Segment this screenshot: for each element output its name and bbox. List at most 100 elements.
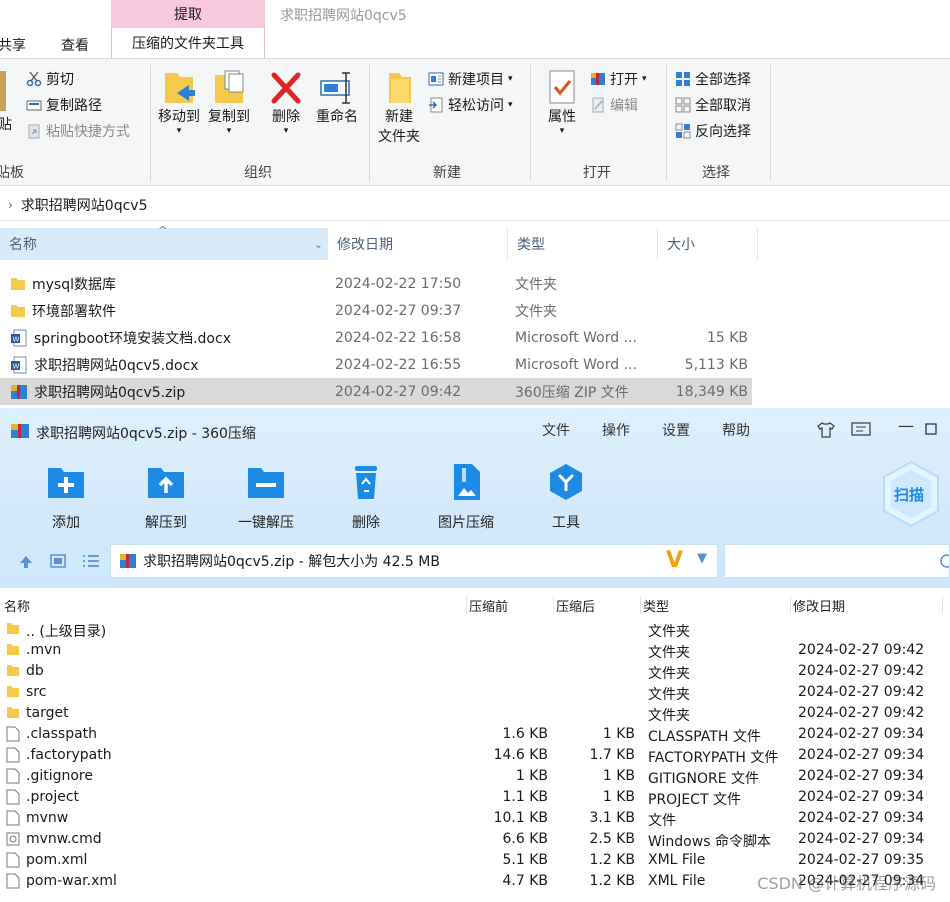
column-header-type[interactable]: 类型 [640,596,669,615]
zip-icon [120,554,136,568]
properties-button[interactable]: 属性 ▾ [540,69,584,136]
minimize-icon[interactable]: — [898,416,914,435]
entry-date: 2024-02-27 09:34 [798,789,925,805]
invert-selection-button[interactable]: 反向选择 [675,121,751,141]
column-header-before[interactable]: 压缩前 [466,596,508,615]
extract-to-button[interactable]: 解压到 [126,462,206,532]
menu-operate[interactable]: 操作 [602,420,630,440]
file-row[interactable]: W 求职招聘网站0qcv5.docx 2024-02-22 16:55 Micro… [0,351,752,378]
view-list-icon[interactable] [82,554,100,568]
tab-share[interactable]: 共享 [0,35,26,55]
column-header-name[interactable]: 名称 [2,596,30,615]
zip360-title: 求职招聘网站0qcv5.zip - 360压缩 [36,426,256,442]
cut-button[interactable]: 剪切 [26,69,74,89]
up-arrow-icon[interactable] [18,554,34,570]
archive-row[interactable]: db 文件夹 2024-02-27 09:42 [0,662,950,683]
copy-to-button[interactable]: 复制到 ▾ [205,69,253,136]
tools-button[interactable]: 工具 [526,462,606,532]
entry-type: 文件夹 [648,645,690,661]
column-header-type[interactable]: 类型 [508,228,658,260]
archive-row[interactable]: .project 1.1 KB 1 KB PROJECT 文件 2024-02-27 0… [0,788,950,809]
archive-row[interactable]: mvnw.cmd 6.6 KB 2.5 KB Windows 命令脚本 2024-02-… [0,830,950,851]
archive-path-bar[interactable]: 求职招聘网站0qcv5.zip - 解包大小为 42.5 MB V ▼ [110,544,718,578]
chevron-down-icon[interactable]: ▼ [697,551,707,566]
menu-settings[interactable]: 设置 [662,420,690,440]
entry-size-before: 5.1 KB [502,852,549,868]
one-click-extract-button[interactable]: 一键解压 [226,462,306,532]
column-header-date[interactable]: 修改日期 [790,596,845,615]
archive-row[interactable]: pom.xml 5.1 KB 1.2 KB XML File 2024-02-27 09… [0,851,950,872]
column-header-date[interactable]: 修改日期 [328,228,508,260]
paste-button-label[interactable]: 贴 [0,114,12,134]
copy-path-button[interactable]: 复制路径 [26,95,102,115]
zip360-window: 求职招聘网站0qcv5.zip - 360压缩 文件 操作 设置 帮助 — 添加… [0,408,950,902]
rename-button[interactable]: 重命名 [312,69,362,127]
tab-compressed-folder-tools[interactable]: 压缩的文件夹工具 [111,28,265,58]
scan-button[interactable]: 扫描 [880,460,942,528]
menu-help[interactable]: 帮助 [722,420,750,440]
select-none-button[interactable]: 全部取消 [675,95,751,115]
address-path[interactable]: 求职招聘网站0qcv5 [21,195,148,215]
new-item-button[interactable]: 新建项目 ▾ [428,69,513,89]
menu-file[interactable]: 文件 [542,420,570,440]
column-header-size[interactable]: 大小 [658,228,758,260]
new-folder-button[interactable]: 新建 文件夹 [375,69,423,147]
select-all-button[interactable]: 全部选择 [675,69,751,89]
archive-row[interactable]: mvnw 10.1 KB 3.1 KB 文件 2024-02-27 09:34 [0,809,950,830]
entry-type: GITIGNORE 文件 [648,771,760,787]
message-icon[interactable] [851,422,871,438]
archive-row[interactable]: .. (上级目录) 文件夹 [0,620,950,641]
image-compress-button[interactable]: 图片压缩 [426,462,506,532]
new-item-label: 新建项目 [448,72,504,88]
context-tab-header-extract[interactable]: 提取 [111,0,265,28]
move-to-button[interactable]: 移动到 ▾ [155,69,203,136]
file-date: 2024-02-22 17:50 [335,275,462,292]
file-date: 2024-02-27 09:37 [335,302,462,319]
file-row-selected[interactable]: 求职招聘网站0qcv5.zip 2024-02-27 09:42 360压缩 Z… [0,378,752,405]
search-input[interactable] [724,544,950,578]
file-row[interactable]: mysql数据库 2024-02-22 17:50 文件夹 [0,270,752,297]
invert-selection-label: 反向选择 [695,124,751,140]
easy-access-button[interactable]: 轻松访问 ▾ [428,95,513,115]
view-thumbnail-icon[interactable] [50,554,66,568]
archive-row[interactable]: src 文件夹 2024-02-27 09:42 [0,683,950,704]
add-button[interactable]: 添加 [26,462,106,532]
skin-shirt-icon[interactable] [816,421,836,439]
select-none-icon [675,97,691,113]
file-row[interactable]: 环境部署软件 2024-02-27 09:37 文件夹 [0,297,752,324]
archive-row[interactable]: .factorypath 14.6 KB 1.7 KB FACTORYPATH 文件 2… [0,746,950,767]
file-name: 环境部署软件 [32,303,116,320]
docx-icon: W [11,356,27,373]
address-bar[interactable]: › 求职招聘网站0qcv5 [0,189,950,221]
edit-button[interactable]: 编辑 [590,95,638,115]
archive-row[interactable]: .gitignore 1 KB 1 KB GITIGNORE 文件 2024-02-27… [0,767,950,788]
delete-tool-button[interactable]: 删除 [326,462,406,532]
chevron-right-icon[interactable]: › [8,198,13,212]
archive-row[interactable]: .classpath 1.6 KB 1 KB CLASSPATH 文件 2024-02-… [0,725,950,746]
paste-icon[interactable] [0,71,6,111]
open-button[interactable]: 打开 ▾ [590,69,647,89]
maximize-icon[interactable] [925,423,937,435]
chevron-down-icon: ▾ [508,100,513,110]
chevron-down-icon[interactable]: ⌄ [314,238,323,251]
delete-x-icon [271,72,301,104]
search-icon[interactable] [937,554,949,570]
easy-access-label: 轻松访问 [448,98,504,114]
archive-row[interactable]: target 文件夹 2024-02-27 09:42 [0,704,950,725]
file-row[interactable]: Wspringboot环境安装文档.docx 2024-02-22 16:58 … [0,324,752,351]
delete-button[interactable]: 删除 ▾ [266,69,306,136]
move-to-label: 移动到 [158,109,200,125]
column-header-after[interactable]: 压缩后 [553,596,595,615]
entry-type: FACTORYPATH 文件 [648,750,779,766]
tab-view[interactable]: 查看 [61,35,89,55]
paste-shortcut-button[interactable]: 粘贴快捷方式 [26,121,130,141]
v-brand-icon[interactable]: V [666,548,683,573]
archive-row[interactable]: .mvn 文件夹 2024-02-27 09:42 [0,641,950,662]
column-header-name[interactable]: 名称 ^ ⌄ [0,224,328,260]
zip-icon [11,384,27,399]
file-type: Microsoft Word ... [515,356,637,373]
file-date: 2024-02-27 09:42 [335,383,462,400]
entry-name: .mvn [26,642,62,658]
entry-size-after: 1 KB [602,768,635,784]
clipboard-group-label: 贴板 [0,165,24,181]
